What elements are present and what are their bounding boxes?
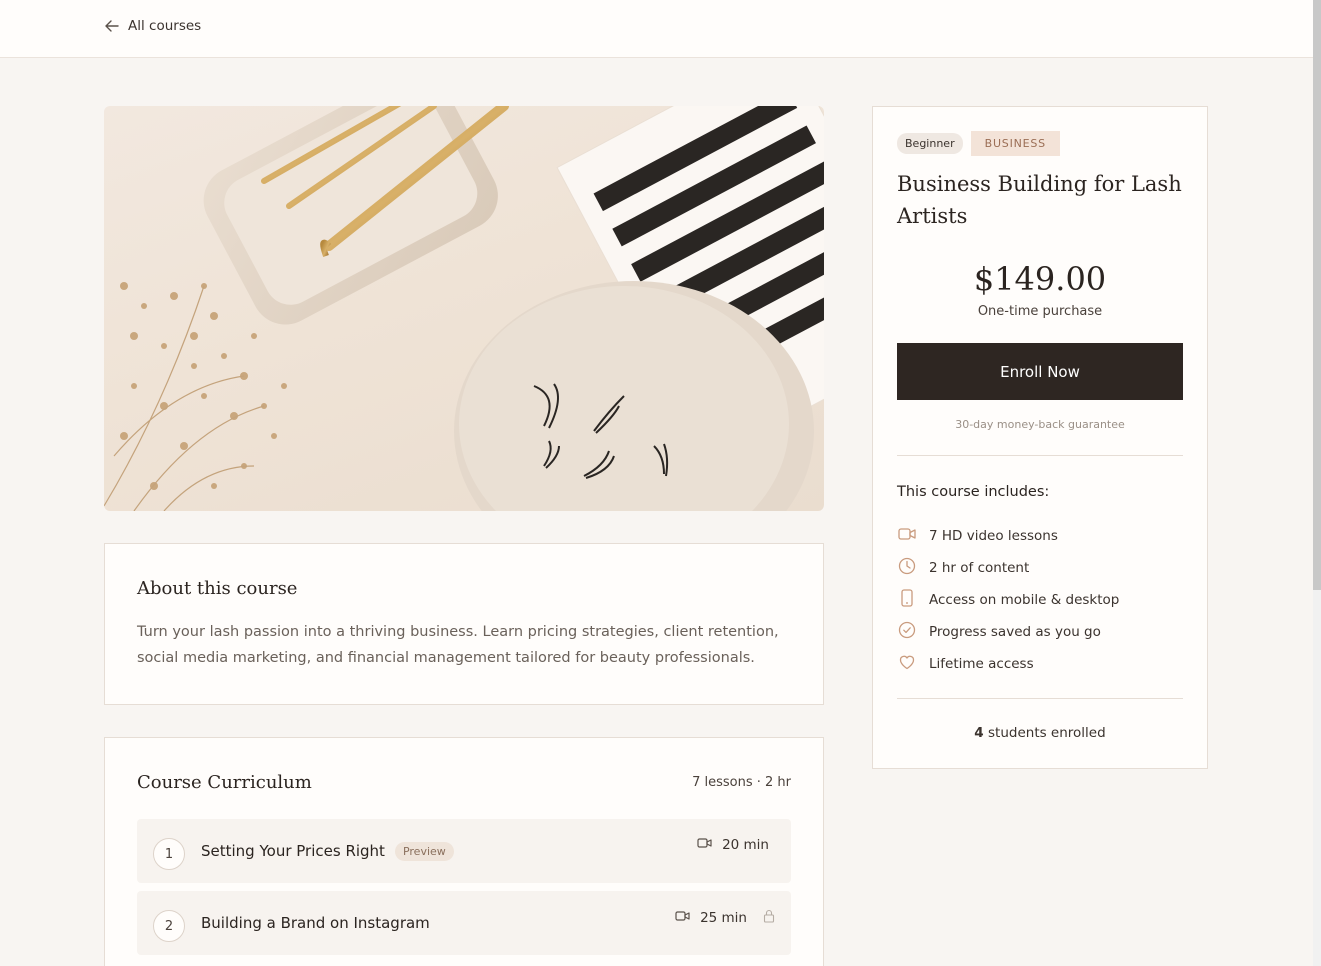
mobile-icon (897, 588, 917, 612)
students-label: students enrolled (988, 725, 1106, 741)
about-heading: About this course (137, 578, 298, 599)
category-badge: BUSINESS (970, 131, 1060, 156)
back-link-label: All courses (128, 18, 202, 34)
include-item: Access on mobile & desktop (897, 584, 1183, 616)
include-item: 2 hr of content (897, 552, 1183, 584)
lesson-number: 1 (153, 838, 185, 870)
divider (897, 698, 1183, 699)
divider (897, 455, 1183, 456)
guarantee-note: 30-day money-back guarantee (955, 418, 1125, 431)
include-label: 7 HD video lessons (929, 528, 1058, 544)
about-section: About this course Turn your lash passion… (104, 543, 824, 705)
course-price: $149.00 (973, 260, 1107, 298)
preview-badge[interactable]: Preview (394, 841, 454, 861)
lesson-row[interactable]: 1 Setting Your Prices Right Preview 20 m… (137, 819, 791, 883)
lesson-title: Setting Your Prices Right (201, 842, 385, 860)
lesson-title: Building a Brand on Instagram (201, 914, 430, 932)
purchase-card: Beginner BUSINESS Business Building for … (872, 106, 1208, 769)
arrow-left-icon (104, 18, 120, 34)
course-hero-image (104, 106, 824, 511)
clock-icon (897, 556, 917, 580)
curriculum-heading: Course Curriculum (137, 772, 312, 793)
include-item: Progress saved as you go (897, 616, 1183, 648)
students-enrolled: 4 students enrolled (897, 725, 1183, 741)
back-to-courses-link[interactable]: All courses (104, 16, 201, 36)
scrollbar-thumb[interactable] (1313, 0, 1321, 590)
heart-icon (897, 652, 917, 676)
lock-icon (763, 909, 775, 927)
course-title: Business Building for Lash Artists (897, 172, 1182, 228)
video-icon (675, 910, 690, 926)
level-badge: Beginner (897, 133, 963, 154)
lesson-duration: 20 min (722, 837, 769, 853)
include-item: Lifetime access (897, 648, 1183, 680)
about-description: Turn your lash passion into a thriving b… (137, 624, 779, 666)
lesson-number: 2 (153, 910, 185, 942)
curriculum-section: Course Curriculum 7 lessons · 2 hr 1 Set… (104, 737, 824, 966)
scrollbar-track[interactable] (1313, 0, 1321, 966)
students-count: 4 (974, 725, 984, 741)
video-icon (897, 524, 917, 548)
lesson-duration: 25 min (700, 910, 747, 926)
include-label: 2 hr of content (929, 560, 1030, 576)
curriculum-meta: 7 lessons · 2 hr (692, 775, 791, 790)
includes-heading: This course includes: (897, 484, 1050, 500)
lesson-row[interactable]: 2 Building a Brand on Instagram 25 min (137, 891, 791, 955)
top-bar: All courses (0, 0, 1313, 58)
include-label: Access on mobile & desktop (929, 592, 1120, 608)
include-item: 7 HD video lessons (897, 520, 1183, 552)
check-circle-icon (897, 620, 917, 644)
enroll-now-button[interactable]: Enroll Now (897, 343, 1183, 400)
include-label: Lifetime access (929, 656, 1034, 672)
video-icon (697, 837, 712, 853)
include-label: Progress saved as you go (929, 624, 1101, 640)
price-note: One-time purchase (977, 304, 1103, 319)
